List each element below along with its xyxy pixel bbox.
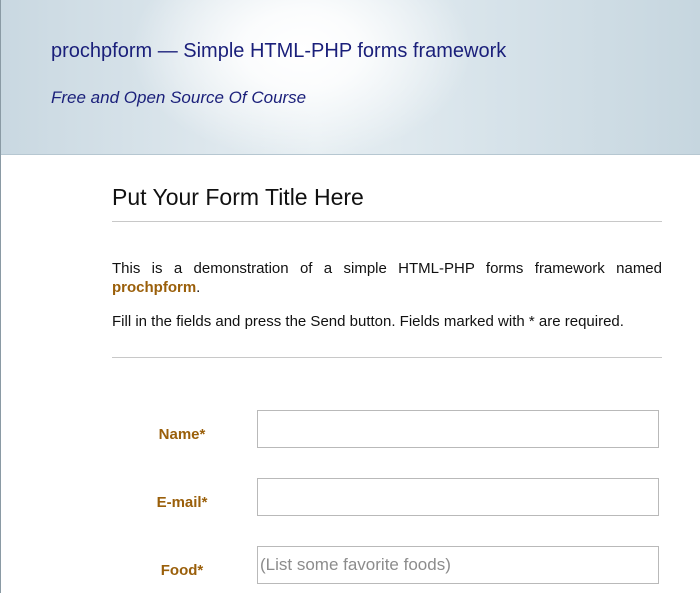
intro-paragraph: This is a demonstration of a simple HTML… [112, 259, 662, 297]
site-header: prochpform — Simple HTML-PHP forms frame… [1, 0, 700, 155]
intro-text: This is a demonstration of a simple HTML… [112, 260, 662, 277]
section-divider [112, 357, 662, 358]
site-tagline: Free and Open Source Of Course [51, 88, 307, 107]
instructions-paragraph: Fill in the fields and press the Send bu… [112, 313, 624, 330]
name-input[interactable] [257, 410, 659, 448]
email-label: E-mail* [156, 494, 208, 511]
email-row: E-mail* [112, 478, 662, 516]
food-input[interactable] [257, 546, 659, 584]
page: prochpform — Simple HTML-PHP forms frame… [0, 0, 700, 593]
intro-end: . [196, 279, 201, 296]
name-row: Name* [112, 410, 662, 448]
food-label: Food* [160, 562, 204, 579]
food-row: Food* [112, 546, 662, 584]
brand-name: prochpform [112, 279, 197, 296]
site-title: prochpform — Simple HTML-PHP forms frame… [51, 40, 507, 62]
form-title: Put Your Form Title Here [112, 183, 662, 222]
form-content: Put Your Form Title Here This is a demon… [112, 154, 662, 584]
email-input[interactable] [257, 478, 659, 516]
name-label: Name* [158, 426, 206, 443]
